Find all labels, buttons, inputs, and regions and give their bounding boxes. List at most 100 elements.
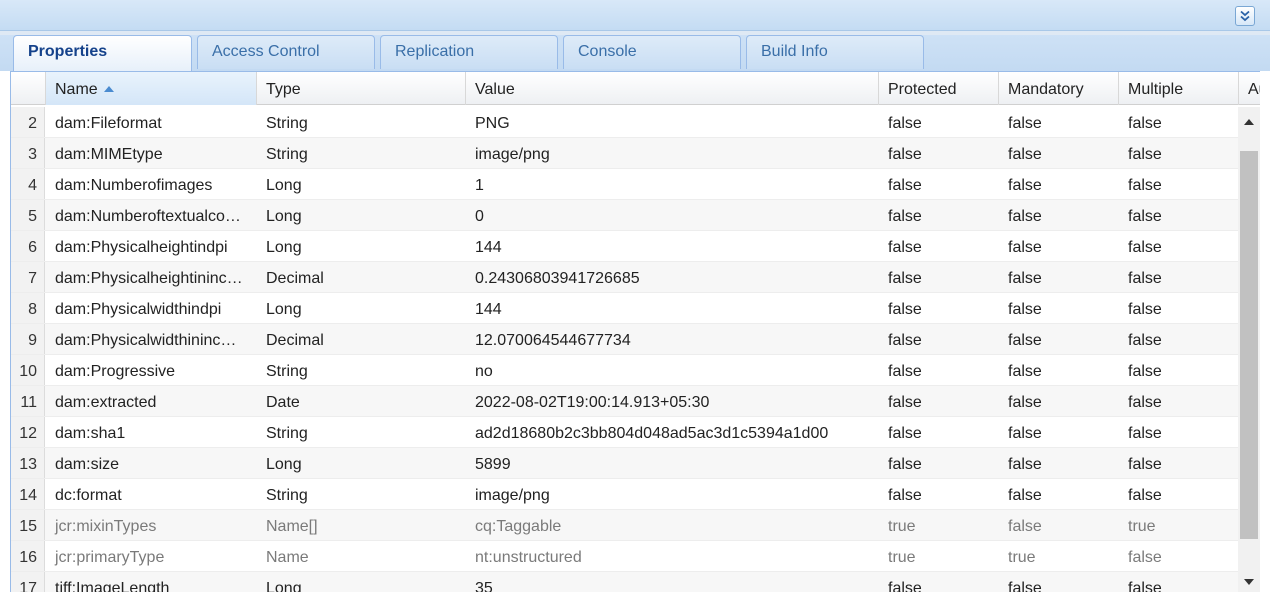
cell-protected: false xyxy=(888,208,922,225)
cell-protected: false xyxy=(888,115,922,132)
column-header-auto[interactable]: Au xyxy=(1239,72,1260,105)
cell-mandatory: false xyxy=(1008,394,1042,411)
cell-value: 0 xyxy=(475,208,484,225)
table-row[interactable]: 16 jcr:primaryType Name nt:unstructured true… xyxy=(11,541,1238,572)
table-row[interactable]: 2 dam:Fileformat String PNG false false false xyxy=(11,107,1238,138)
tab-replication[interactable]: Replication xyxy=(380,35,558,69)
cell-type: Long xyxy=(266,177,302,194)
arrow-down-icon[interactable] xyxy=(1238,571,1260,592)
cell-type: Name[] xyxy=(266,518,318,535)
table-row[interactable]: 4 dam:Numberofimages Long 1 false false false xyxy=(11,169,1238,200)
scrollbar-thumb[interactable] xyxy=(1240,151,1258,539)
column-header-mandatory[interactable]: Mandatory xyxy=(999,72,1119,105)
arrow-up-icon[interactable] xyxy=(1238,111,1260,133)
table-row[interactable]: 17 tiff:ImageLength Long 35 false false false xyxy=(11,572,1238,592)
cell-type: String xyxy=(266,146,308,163)
cell-protected: false xyxy=(888,301,922,318)
cell-type: String xyxy=(266,115,308,132)
table-row[interactable]: 7 dam:Physicalheightininc… Decimal 0.243068… xyxy=(11,262,1238,293)
column-header-protected[interactable]: Protected xyxy=(879,72,999,105)
cell-type: Long xyxy=(266,239,302,256)
cell-mandatory: false xyxy=(1008,177,1042,194)
tab-build-info[interactable]: Build Info xyxy=(746,35,924,69)
table-row[interactable]: 8 dam:Physicalwidthindpi Long 144 false false… xyxy=(11,293,1238,324)
cell-value: 35 xyxy=(475,580,493,592)
cell-mandatory: false xyxy=(1008,487,1042,504)
grid-header: Name Type Value Protected Mandatory Mult… xyxy=(11,72,1260,105)
cell-protected: false xyxy=(888,146,922,163)
row-number: 13 xyxy=(11,448,45,478)
cell-value: 144 xyxy=(475,239,502,256)
row-number: 10 xyxy=(11,355,45,385)
table-row[interactable]: 5 dam:Numberoftextualco… Long 0 false false fa… xyxy=(11,200,1238,231)
table-row[interactable]: 3 dam:MIMEtype String image/png false false fa… xyxy=(11,138,1238,169)
cell-name: dam:Numberoftextualco… xyxy=(55,208,241,225)
cell-multiple: false xyxy=(1128,549,1162,566)
row-number: 12 xyxy=(11,417,45,447)
column-header-name-label: Name xyxy=(55,81,98,98)
cell-multiple: false xyxy=(1128,456,1162,473)
column-header-multiple[interactable]: Multiple xyxy=(1119,72,1239,105)
cell-mandatory: false xyxy=(1008,115,1042,132)
cell-protected: false xyxy=(888,363,922,380)
cell-mandatory: false xyxy=(1008,239,1042,256)
cell-mandatory: false xyxy=(1008,425,1042,442)
cell-type: Decimal xyxy=(266,332,324,349)
tab-properties[interactable]: Properties xyxy=(13,35,192,71)
row-number: 17 xyxy=(11,572,45,592)
cell-multiple: false xyxy=(1128,208,1162,225)
cell-protected: false xyxy=(888,239,922,256)
cell-multiple: false xyxy=(1128,270,1162,287)
cell-type: Name xyxy=(266,549,309,566)
cell-name: jcr:mixinTypes xyxy=(55,518,157,535)
cell-value: no xyxy=(475,363,493,380)
table-row[interactable]: 6 dam:Physicalheightindpi Long 144 false fals… xyxy=(11,231,1238,262)
cell-mandatory: false xyxy=(1008,456,1042,473)
cell-name: dam:Physicalheightindpi xyxy=(55,239,228,256)
cell-value: 12.070064544677734 xyxy=(475,332,631,349)
properties-grid: Name Type Value Protected Mandatory Mult… xyxy=(10,71,1260,592)
double-chevron-down-icon[interactable] xyxy=(1235,6,1255,26)
tab-strip: Properties Access Control Replication Co… xyxy=(0,31,1270,71)
table-row[interactable]: 13 dam:size Long 5899 false false false xyxy=(11,448,1238,479)
table-row[interactable]: 11 dam:extracted Date 2022-08-02T19:00:14.9… xyxy=(11,386,1238,417)
table-row[interactable]: 9 dam:Physicalwidthininc… Decimal 12.070064… xyxy=(11,324,1238,355)
cell-name: dc:format xyxy=(55,487,122,504)
cell-multiple: false xyxy=(1128,394,1162,411)
cell-multiple: false xyxy=(1128,146,1162,163)
tab-access-control[interactable]: Access Control xyxy=(197,35,375,69)
cell-multiple: false xyxy=(1128,363,1162,380)
cell-value: 5899 xyxy=(475,456,511,473)
cell-name: dam:Physicalheightininc… xyxy=(55,270,243,287)
cell-name: dam:Numberofimages xyxy=(55,177,213,194)
table-row[interactable]: 10 dam:Progressive String no false false false xyxy=(11,355,1238,386)
row-number: 7 xyxy=(11,262,45,292)
row-number: 4 xyxy=(11,169,45,199)
table-row[interactable]: 15 jcr:mixinTypes Name[] cq:Taggable true fal… xyxy=(11,510,1238,541)
cell-protected: true xyxy=(888,518,916,535)
cell-type: Long xyxy=(266,208,302,225)
cell-value: cq:Taggable xyxy=(475,518,562,535)
cell-multiple: false xyxy=(1128,239,1162,256)
column-header-value[interactable]: Value xyxy=(466,72,879,105)
cell-mandatory: false xyxy=(1008,518,1042,535)
cell-protected: false xyxy=(888,456,922,473)
cell-multiple: false xyxy=(1128,115,1162,132)
cell-mandatory: false xyxy=(1008,270,1042,287)
table-row[interactable]: 12 dam:sha1 String ad2d18680b2c3bb804d048ad… xyxy=(11,417,1238,448)
cell-type: Long xyxy=(266,456,302,473)
column-header-name[interactable]: Name xyxy=(46,72,257,105)
cell-value: nt:unstructured xyxy=(475,549,582,566)
vertical-scrollbar[interactable] xyxy=(1238,107,1260,592)
cell-name: dam:MIMEtype xyxy=(55,146,163,163)
row-number: 11 xyxy=(11,386,45,416)
tab-console[interactable]: Console xyxy=(563,35,741,69)
row-number: 16 xyxy=(11,541,45,571)
column-header-type[interactable]: Type xyxy=(257,72,466,105)
cell-protected: false xyxy=(888,487,922,504)
cell-protected: false xyxy=(888,270,922,287)
table-row[interactable]: 14 dc:format String image/png false false fals… xyxy=(11,479,1238,510)
cell-mandatory: false xyxy=(1008,580,1042,592)
cell-name: dam:Fileformat xyxy=(55,115,162,132)
cell-name: dam:size xyxy=(55,456,120,473)
